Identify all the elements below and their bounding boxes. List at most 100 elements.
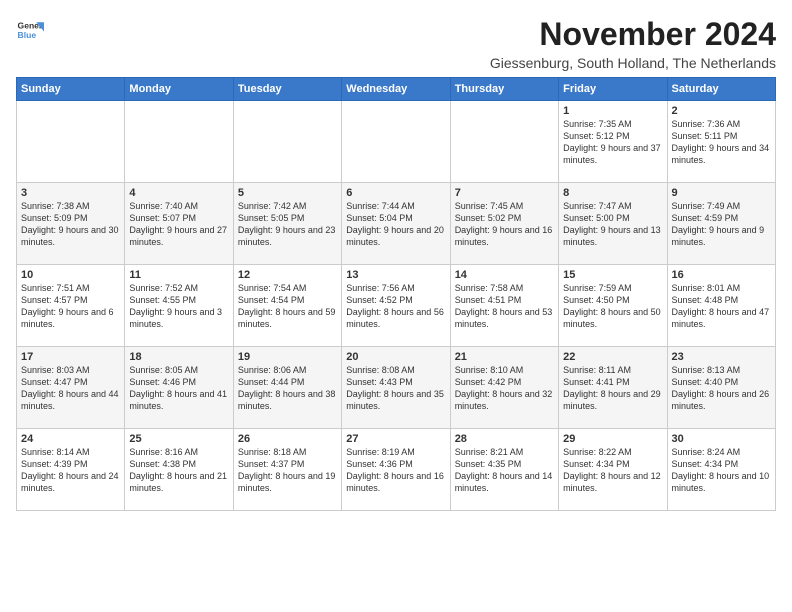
calendar-week-row: 17Sunrise: 8:03 AM Sunset: 4:47 PM Dayli… <box>17 347 776 429</box>
calendar-cell: 23Sunrise: 8:13 AM Sunset: 4:40 PM Dayli… <box>667 347 775 429</box>
weekday-header: Friday <box>559 78 667 101</box>
day-info: Sunrise: 8:22 AM Sunset: 4:34 PM Dayligh… <box>563 446 662 495</box>
day-number: 20 <box>346 351 445 363</box>
calendar-cell: 16Sunrise: 8:01 AM Sunset: 4:48 PM Dayli… <box>667 265 775 347</box>
calendar-table: SundayMondayTuesdayWednesdayThursdayFrid… <box>16 77 776 511</box>
day-number: 4 <box>129 187 228 199</box>
day-number: 17 <box>21 351 120 363</box>
day-info: Sunrise: 7:51 AM Sunset: 4:57 PM Dayligh… <box>21 282 120 331</box>
day-info: Sunrise: 8:14 AM Sunset: 4:39 PM Dayligh… <box>21 446 120 495</box>
day-info: Sunrise: 7:42 AM Sunset: 5:05 PM Dayligh… <box>238 200 337 249</box>
day-info: Sunrise: 7:45 AM Sunset: 5:02 PM Dayligh… <box>455 200 554 249</box>
calendar-week-row: 24Sunrise: 8:14 AM Sunset: 4:39 PM Dayli… <box>17 429 776 511</box>
day-info: Sunrise: 8:08 AM Sunset: 4:43 PM Dayligh… <box>346 364 445 413</box>
calendar-week-row: 1Sunrise: 7:35 AM Sunset: 5:12 PM Daylig… <box>17 101 776 183</box>
calendar-cell <box>450 101 558 183</box>
day-info: Sunrise: 8:10 AM Sunset: 4:42 PM Dayligh… <box>455 364 554 413</box>
day-info: Sunrise: 7:47 AM Sunset: 5:00 PM Dayligh… <box>563 200 662 249</box>
calendar-cell: 7Sunrise: 7:45 AM Sunset: 5:02 PM Daylig… <box>450 183 558 265</box>
day-number: 25 <box>129 433 228 445</box>
calendar-cell: 19Sunrise: 8:06 AM Sunset: 4:44 PM Dayli… <box>233 347 341 429</box>
calendar-body: 1Sunrise: 7:35 AM Sunset: 5:12 PM Daylig… <box>17 101 776 511</box>
calendar-cell: 22Sunrise: 8:11 AM Sunset: 4:41 PM Dayli… <box>559 347 667 429</box>
day-number: 16 <box>672 269 771 281</box>
weekday-header: Tuesday <box>233 78 341 101</box>
calendar-cell: 10Sunrise: 7:51 AM Sunset: 4:57 PM Dayli… <box>17 265 125 347</box>
weekday-header: Wednesday <box>342 78 450 101</box>
month-title: November 2024 <box>490 16 776 53</box>
calendar-cell: 20Sunrise: 8:08 AM Sunset: 4:43 PM Dayli… <box>342 347 450 429</box>
page-header: General Blue November 2024 Giessenburg, … <box>16 16 776 71</box>
day-number: 30 <box>672 433 771 445</box>
day-info: Sunrise: 8:05 AM Sunset: 4:46 PM Dayligh… <box>129 364 228 413</box>
calendar-cell: 29Sunrise: 8:22 AM Sunset: 4:34 PM Dayli… <box>559 429 667 511</box>
location-subtitle: Giessenburg, South Holland, The Netherla… <box>490 55 776 71</box>
calendar-week-row: 3Sunrise: 7:38 AM Sunset: 5:09 PM Daylig… <box>17 183 776 265</box>
calendar-cell: 21Sunrise: 8:10 AM Sunset: 4:42 PM Dayli… <box>450 347 558 429</box>
weekday-header: Monday <box>125 78 233 101</box>
day-number: 18 <box>129 351 228 363</box>
day-number: 26 <box>238 433 337 445</box>
day-info: Sunrise: 7:59 AM Sunset: 4:50 PM Dayligh… <box>563 282 662 331</box>
day-number: 3 <box>21 187 120 199</box>
day-info: Sunrise: 7:56 AM Sunset: 4:52 PM Dayligh… <box>346 282 445 331</box>
calendar-cell: 2Sunrise: 7:36 AM Sunset: 5:11 PM Daylig… <box>667 101 775 183</box>
day-info: Sunrise: 7:44 AM Sunset: 5:04 PM Dayligh… <box>346 200 445 249</box>
day-info: Sunrise: 7:49 AM Sunset: 4:59 PM Dayligh… <box>672 200 771 249</box>
day-info: Sunrise: 7:35 AM Sunset: 5:12 PM Dayligh… <box>563 118 662 167</box>
calendar-cell: 4Sunrise: 7:40 AM Sunset: 5:07 PM Daylig… <box>125 183 233 265</box>
day-number: 23 <box>672 351 771 363</box>
calendar-cell: 14Sunrise: 7:58 AM Sunset: 4:51 PM Dayli… <box>450 265 558 347</box>
day-number: 22 <box>563 351 662 363</box>
day-number: 1 <box>563 105 662 117</box>
day-number: 27 <box>346 433 445 445</box>
calendar-cell: 25Sunrise: 8:16 AM Sunset: 4:38 PM Dayli… <box>125 429 233 511</box>
day-info: Sunrise: 7:36 AM Sunset: 5:11 PM Dayligh… <box>672 118 771 167</box>
title-block: November 2024 Giessenburg, South Holland… <box>490 16 776 71</box>
day-number: 10 <box>21 269 120 281</box>
weekday-header: Sunday <box>17 78 125 101</box>
calendar-cell: 1Sunrise: 7:35 AM Sunset: 5:12 PM Daylig… <box>559 101 667 183</box>
calendar-week-row: 10Sunrise: 7:51 AM Sunset: 4:57 PM Dayli… <box>17 265 776 347</box>
calendar-cell <box>17 101 125 183</box>
day-number: 19 <box>238 351 337 363</box>
calendar-cell: 17Sunrise: 8:03 AM Sunset: 4:47 PM Dayli… <box>17 347 125 429</box>
day-info: Sunrise: 8:13 AM Sunset: 4:40 PM Dayligh… <box>672 364 771 413</box>
calendar-cell: 28Sunrise: 8:21 AM Sunset: 4:35 PM Dayli… <box>450 429 558 511</box>
day-info: Sunrise: 8:21 AM Sunset: 4:35 PM Dayligh… <box>455 446 554 495</box>
day-info: Sunrise: 7:52 AM Sunset: 4:55 PM Dayligh… <box>129 282 228 331</box>
calendar-cell: 26Sunrise: 8:18 AM Sunset: 4:37 PM Dayli… <box>233 429 341 511</box>
calendar-header-row: SundayMondayTuesdayWednesdayThursdayFrid… <box>17 78 776 101</box>
day-info: Sunrise: 8:19 AM Sunset: 4:36 PM Dayligh… <box>346 446 445 495</box>
day-number: 2 <box>672 105 771 117</box>
day-info: Sunrise: 8:16 AM Sunset: 4:38 PM Dayligh… <box>129 446 228 495</box>
logo: General Blue <box>16 16 44 44</box>
day-number: 5 <box>238 187 337 199</box>
calendar-cell: 24Sunrise: 8:14 AM Sunset: 4:39 PM Dayli… <box>17 429 125 511</box>
calendar-cell: 18Sunrise: 8:05 AM Sunset: 4:46 PM Dayli… <box>125 347 233 429</box>
day-number: 14 <box>455 269 554 281</box>
day-number: 6 <box>346 187 445 199</box>
day-info: Sunrise: 8:03 AM Sunset: 4:47 PM Dayligh… <box>21 364 120 413</box>
day-number: 11 <box>129 269 228 281</box>
day-info: Sunrise: 7:38 AM Sunset: 5:09 PM Dayligh… <box>21 200 120 249</box>
day-number: 12 <box>238 269 337 281</box>
calendar-cell: 12Sunrise: 7:54 AM Sunset: 4:54 PM Dayli… <box>233 265 341 347</box>
calendar-cell: 15Sunrise: 7:59 AM Sunset: 4:50 PM Dayli… <box>559 265 667 347</box>
day-info: Sunrise: 8:06 AM Sunset: 4:44 PM Dayligh… <box>238 364 337 413</box>
calendar-cell: 5Sunrise: 7:42 AM Sunset: 5:05 PM Daylig… <box>233 183 341 265</box>
day-number: 28 <box>455 433 554 445</box>
calendar-cell: 30Sunrise: 8:24 AM Sunset: 4:34 PM Dayli… <box>667 429 775 511</box>
day-number: 9 <box>672 187 771 199</box>
calendar-cell: 6Sunrise: 7:44 AM Sunset: 5:04 PM Daylig… <box>342 183 450 265</box>
day-info: Sunrise: 7:54 AM Sunset: 4:54 PM Dayligh… <box>238 282 337 331</box>
day-info: Sunrise: 7:40 AM Sunset: 5:07 PM Dayligh… <box>129 200 228 249</box>
day-info: Sunrise: 8:24 AM Sunset: 4:34 PM Dayligh… <box>672 446 771 495</box>
calendar-cell: 11Sunrise: 7:52 AM Sunset: 4:55 PM Dayli… <box>125 265 233 347</box>
calendar-cell <box>125 101 233 183</box>
calendar-cell <box>233 101 341 183</box>
calendar-cell: 13Sunrise: 7:56 AM Sunset: 4:52 PM Dayli… <box>342 265 450 347</box>
day-info: Sunrise: 8:11 AM Sunset: 4:41 PM Dayligh… <box>563 364 662 413</box>
logo-icon: General Blue <box>16 16 44 44</box>
day-number: 21 <box>455 351 554 363</box>
